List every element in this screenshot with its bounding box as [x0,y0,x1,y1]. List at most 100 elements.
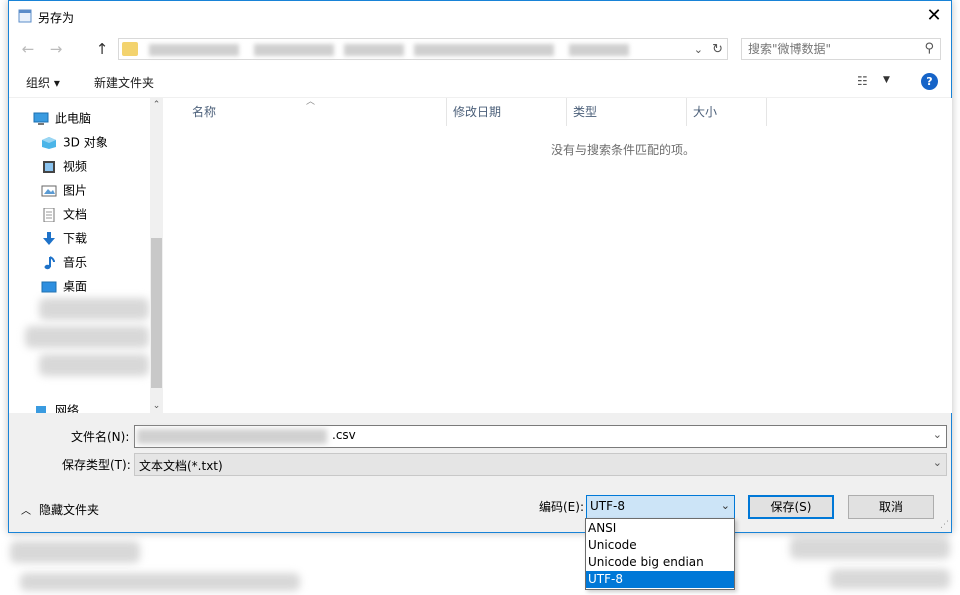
chevron-down-icon: ⌄ [932,456,942,469]
blurred-nav-item [39,298,149,320]
encoding-option-utf8[interactable]: UTF-8 [586,571,734,588]
nav-item-this-pc[interactable]: 此电脑 [33,108,91,128]
nav-label: 图片 [63,183,88,198]
encoding-option-unicode-big-endian[interactable]: Unicode big endian [586,554,734,571]
address-segment-blurred [414,44,554,56]
column-name[interactable]: 名称 [186,98,447,126]
address-segment-blurred [569,44,629,56]
nav-label: 文档 [63,207,88,222]
nav-label: 此电脑 [55,111,92,126]
blurred-nav-item [39,354,149,376]
chevron-down-icon[interactable]: ⌄ [933,428,942,441]
filename-label: 文件名(N): [71,430,130,444]
save-button[interactable]: 保存(S) [748,495,834,519]
nav-item-downloads[interactable]: 下载 [41,228,87,248]
arrow-up-icon: ↑ [95,40,109,58]
hide-folders-label: 隐藏文件夹 [39,503,100,517]
address-segment-blurred [149,44,239,56]
save-as-dialog: 另存为 ✕ ← → ↑ ⌄ ↻ ⚲ 组织 ▾ 新建文件夹 ☷ ▼ ? [8,0,952,533]
music-icon [44,255,55,269]
encoding-option-unicode[interactable]: Unicode [586,537,734,554]
resize-grip-icon[interactable]: ⋰ [940,520,949,530]
nav-item-desktop[interactable]: 桌面 [41,276,87,296]
nav-item-music[interactable]: 音乐 [41,252,87,272]
column-size[interactable]: 大小 [687,98,767,126]
picture-icon [41,185,57,196]
filetype-value: 文本文档(*.txt) [139,459,223,473]
encoding-dropdown-list: ANSI Unicode Unicode big endian UTF-8 [585,518,735,590]
scroll-up-icon[interactable]: ⌃ [150,100,163,110]
address-bar[interactable]: ⌄ ↻ [118,38,728,60]
nav-item-network[interactable]: 网络 [33,402,79,413]
nav-label: 下载 [63,231,88,246]
organize-button[interactable]: 组织 ▾ [26,74,60,91]
close-icon: ✕ [926,5,942,26]
document-icon [43,207,55,222]
up-button[interactable]: ↑ [91,39,113,59]
view-options-icon[interactable]: ☷ [857,74,868,88]
computer-icon [33,112,49,125]
filetype-select[interactable]: 文本文档(*.txt) ⌄ [134,453,947,476]
scroll-down-icon[interactable]: ⌄ [150,401,163,411]
filename-extension: .csv [332,428,356,442]
chevron-down-icon[interactable]: ▼ [883,75,890,85]
nav-item-documents[interactable]: 文档 [41,204,87,224]
cube-icon [42,136,56,149]
column-modified[interactable]: 修改日期 [447,98,567,126]
chevron-up-icon: ︿ [21,506,31,517]
search-icon[interactable]: ⚲ [924,41,934,56]
arrow-left-icon: ← [21,40,35,58]
arrow-right-icon: → [49,40,63,58]
search-box[interactable]: ⚲ [741,38,941,60]
blurred-nav-item [25,326,149,348]
hide-folders-toggle[interactable]: ︿ 隐藏文件夹 [21,501,99,521]
address-row: ← → ↑ ⌄ ↻ ⚲ [9,32,951,66]
back-button[interactable]: ← [17,39,39,59]
dialog-title: 另存为 [38,11,75,25]
background-bottom [0,533,960,595]
folder-icon [122,42,138,56]
address-segment-blurred [344,44,404,56]
download-icon [43,231,55,245]
nav-item-videos[interactable]: 视频 [41,156,87,176]
filename-input[interactable]: .csv ⌄ [134,425,947,448]
empty-message: 没有与搜索条件匹配的项。 [550,143,695,157]
blurred-region [790,537,950,559]
scroll-thumb[interactable] [151,238,162,388]
encoding-option-ansi[interactable]: ANSI [586,520,734,537]
nav-item-3d-objects[interactable]: 3D 对象 [41,132,108,152]
new-folder-button[interactable]: 新建文件夹 [94,74,154,91]
help-icon: ? [926,75,933,88]
nav-item-pictures[interactable]: 图片 [41,180,87,200]
title-bar: 另存为 ✕ [9,1,951,32]
chevron-down-icon: ⌄ [720,499,730,512]
encoding-select[interactable]: UTF-8 ⌄ [586,495,735,519]
blurred-region [830,569,950,589]
encoding-value: UTF-8 [590,499,625,513]
close-button[interactable]: ✕ [917,1,951,32]
chevron-down-icon[interactable]: ⌄ [694,40,703,60]
blurred-region [10,541,140,563]
filetype-label: 保存类型(T): [62,458,131,472]
help-button[interactable]: ? [921,73,938,90]
refresh-icon[interactable]: ↻ [712,40,723,60]
background-right [952,0,960,595]
toolbar: 组织 ▾ 新建文件夹 ☷ ▼ ? [9,66,951,98]
nav-scrollbar[interactable]: ⌃ ⌄ [150,98,163,413]
nav-label: 3D 对象 [63,135,108,150]
network-icon [36,405,46,413]
column-type[interactable]: 类型 [567,98,687,126]
background-left [0,0,8,595]
encoding-label: 编码(E): [539,500,584,514]
notepad-icon [18,9,32,23]
nav-label: 音乐 [63,255,88,270]
navigation-pane: 此电脑 3D 对象 视频 图片 文档 下载 音乐 桌面 网络 [9,98,164,413]
nav-label: 视频 [63,159,88,174]
forward-button[interactable]: → [45,39,67,59]
nav-label: 网络 [55,403,80,414]
video-icon [43,160,55,173]
cancel-button[interactable]: 取消 [848,495,934,519]
blurred-region [20,573,300,591]
file-list: ︿ 名称 修改日期 类型 大小 没有与搜索条件匹配的项。 [164,97,952,413]
search-input[interactable] [748,41,918,57]
